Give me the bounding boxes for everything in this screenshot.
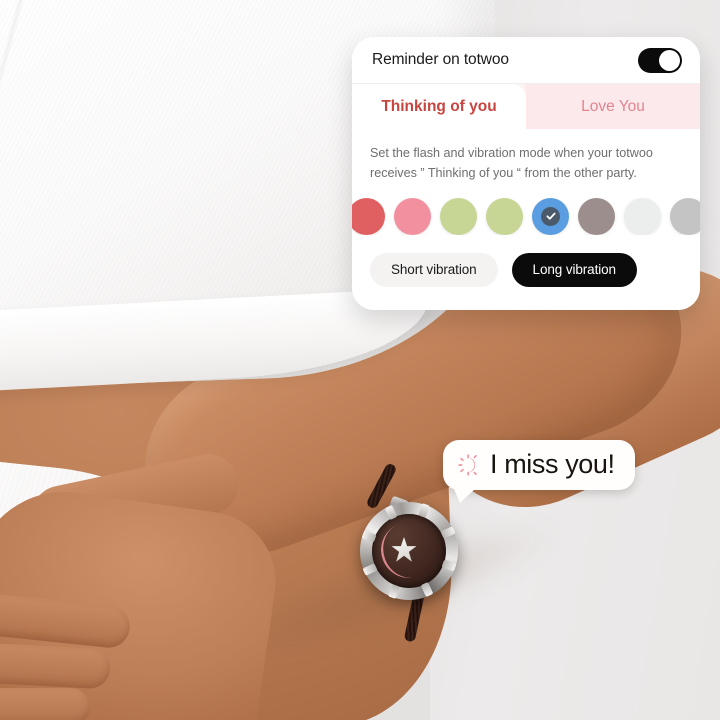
bezel-notch bbox=[384, 504, 398, 520]
card-body: Set the flash and vibration mode when yo… bbox=[352, 129, 700, 310]
reminder-settings-card: Reminder on totwoo Thinking of you Love … bbox=[352, 37, 700, 310]
bracelet-dial bbox=[372, 514, 446, 588]
toggle-knob bbox=[659, 49, 680, 71]
swatch-red[interactable] bbox=[352, 197, 385, 235]
color-swatch-row bbox=[352, 197, 700, 235]
description-text: Set the flash and vibration mode when yo… bbox=[370, 146, 653, 181]
notification-bubble: I miss you! bbox=[443, 440, 635, 503]
short-vibration-button[interactable]: Short vibration bbox=[370, 252, 498, 287]
bubble-message: I miss you! bbox=[490, 449, 615, 479]
swatch-warm-gray[interactable] bbox=[578, 197, 615, 235]
garment-seam bbox=[0, 0, 40, 315]
swatch-light-green[interactable] bbox=[440, 197, 477, 235]
bezel-notch bbox=[417, 503, 430, 519]
long-vibration-button[interactable]: Long vibration bbox=[511, 252, 637, 287]
swatch-off-white[interactable] bbox=[624, 197, 661, 235]
tab-love-you[interactable]: Love You bbox=[526, 84, 700, 129]
star-icon bbox=[391, 537, 417, 562]
bezel-notch bbox=[361, 530, 377, 543]
swatch-cool-gray[interactable] bbox=[670, 197, 700, 235]
card-title: Reminder on totwoo bbox=[372, 51, 509, 68]
tab-love-you-label: Love You bbox=[581, 97, 645, 115]
tab-thinking-of-you[interactable]: Thinking of you bbox=[352, 84, 526, 129]
finger-middle bbox=[0, 642, 111, 690]
swatch-olive-green[interactable] bbox=[486, 197, 523, 235]
bezel-notch bbox=[362, 562, 378, 576]
swatch-blue[interactable] bbox=[532, 197, 569, 235]
swatch-pink[interactable] bbox=[394, 197, 431, 235]
tab-thinking-of-you-label: Thinking of you bbox=[381, 97, 497, 115]
bezel-notch bbox=[440, 526, 456, 540]
vibration-button-row: Short vibration Long vibration bbox=[352, 235, 700, 287]
moon-rays-icon bbox=[458, 453, 477, 476]
screenshot-stage: I miss you! Reminder on totwoo Thinking … bbox=[0, 0, 720, 720]
bezel-notch bbox=[388, 583, 401, 599]
bezel-notch bbox=[420, 582, 434, 598]
card-header: Reminder on totwoo bbox=[352, 37, 700, 84]
bezel-notch bbox=[441, 559, 457, 572]
finger-ring bbox=[0, 688, 90, 720]
reminder-toggle[interactable] bbox=[638, 47, 682, 73]
tab-bar: Thinking of you Love You bbox=[352, 84, 700, 129]
check-icon bbox=[545, 212, 556, 220]
bracelet-case bbox=[360, 502, 458, 600]
